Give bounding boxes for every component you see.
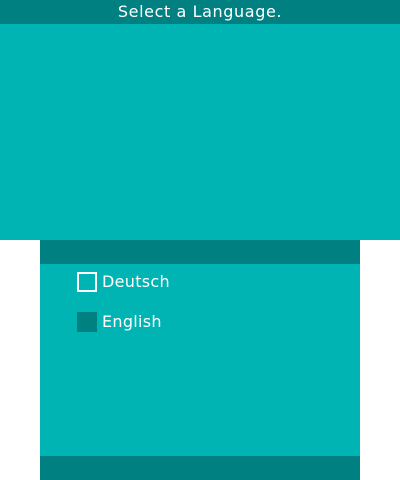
page-title: Select a Language. xyxy=(117,2,283,21)
language-option-deutsch[interactable]: Deutsch xyxy=(77,272,170,292)
language-option-english[interactable]: English xyxy=(77,312,170,332)
bottom-header-bar xyxy=(40,240,360,264)
language-label: English xyxy=(102,312,162,331)
top-header-bar: Select a Language. xyxy=(0,0,400,24)
checkbox-unchecked-icon[interactable] xyxy=(77,272,97,292)
top-screen: Select a Language. xyxy=(0,0,400,240)
language-list: Deutsch English xyxy=(77,272,170,352)
checkbox-checked-icon[interactable] xyxy=(77,312,97,332)
bottom-footer-bar xyxy=(40,456,360,480)
language-label: Deutsch xyxy=(102,272,170,291)
bottom-screen: Deutsch English xyxy=(40,240,360,480)
